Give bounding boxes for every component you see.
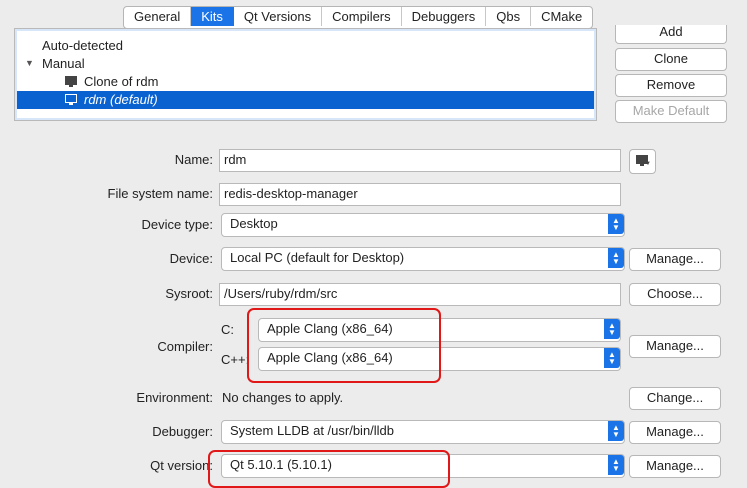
compiler-label: Compiler: (157, 339, 213, 354)
cpp-compiler-label: C++: (221, 352, 250, 367)
select-arrows-icon: ▲ ▼ (604, 348, 620, 368)
device-type-label: Device type: (141, 217, 213, 232)
kit-tree[interactable]: Auto-detected ▼ Manual Clone of rdm rdm … (14, 28, 597, 121)
tab-debuggers[interactable]: Debuggers (402, 7, 487, 26)
sysroot-field[interactable]: /Users/ruby/rdm/src (219, 283, 621, 306)
qt-version-label: Qt version: (150, 458, 213, 473)
device-type-select[interactable]: Desktop ▲ ▼ (221, 213, 625, 237)
debugger-select[interactable]: System LLDB at /usr/bin/lldb ▲ ▼ (221, 420, 625, 444)
file-system-name-field[interactable]: redis-desktop-manager (219, 183, 621, 206)
device-type-value: Desktop (230, 216, 278, 231)
tree-item-auto-detected[interactable]: Auto-detected (42, 37, 123, 55)
manage-device-button[interactable]: Manage... (629, 248, 721, 271)
c-compiler-label: C: (221, 322, 234, 337)
environment-label: Environment: (136, 390, 213, 405)
name-label: Name: (174, 152, 213, 167)
tab-compilers[interactable]: Compilers (322, 7, 402, 26)
tab-general[interactable]: General (124, 7, 192, 26)
change-environment-button[interactable]: Change... (629, 387, 721, 410)
tab-qbs[interactable]: Qbs (486, 7, 532, 26)
device-value: Local PC (default for Desktop) (230, 250, 405, 265)
select-arrows-icon: ▲ ▼ (608, 455, 624, 475)
chevron-down-icon: ▼ (645, 161, 651, 167)
select-arrows-icon: ▲ ▼ (608, 248, 624, 268)
add-button[interactable]: Add (615, 25, 727, 44)
expand-triangle-icon[interactable]: ▼ (25, 58, 34, 68)
device-label: Device: (169, 251, 213, 266)
remove-button[interactable]: Remove (615, 74, 727, 97)
tree-item-label: rdm (default) (84, 92, 158, 107)
debugger-value: System LLDB at /usr/bin/lldb (230, 423, 395, 438)
environment-value: No changes to apply. (222, 390, 344, 405)
make-default-button[interactable]: Make Default (615, 100, 727, 123)
tree-item-rdm-default[interactable]: rdm (default) (17, 91, 594, 109)
tab-qt-versions[interactable]: Qt Versions (234, 7, 323, 26)
select-arrows-icon: ▲ ▼ (608, 214, 624, 234)
qt-version-highlight-box (208, 450, 450, 488)
clone-button[interactable]: Clone (615, 48, 727, 71)
tree-item-manual[interactable]: Manual (42, 55, 85, 73)
manage-compiler-button[interactable]: Manage... (629, 335, 721, 358)
tab-kits[interactable]: Kits (191, 7, 234, 26)
manage-qt-version-button[interactable]: Manage... (629, 455, 721, 478)
manage-debugger-button[interactable]: Manage... (629, 421, 721, 444)
sysroot-label: Sysroot: (165, 286, 213, 301)
tab-bar: General Kits Qt Versions Compilers Debug… (123, 6, 594, 29)
monitor-icon (65, 76, 77, 87)
debugger-label: Debugger: (152, 424, 213, 439)
select-arrows-icon: ▲ ▼ (608, 421, 624, 441)
file-system-name-label: File system name: (107, 186, 213, 201)
choose-sysroot-button[interactable]: Choose... (629, 283, 721, 306)
device-icon-button[interactable]: ▼ (629, 149, 656, 174)
tree-item-clone-of-rdm[interactable]: Clone of rdm (84, 73, 158, 91)
device-select[interactable]: Local PC (default for Desktop) ▲ ▼ (221, 247, 625, 271)
select-arrows-icon: ▲ ▼ (604, 319, 620, 339)
monitor-icon (65, 94, 77, 105)
name-field[interactable]: rdm (219, 149, 621, 172)
tab-cmake[interactable]: CMake (531, 7, 592, 26)
compiler-highlight-box (247, 308, 441, 383)
